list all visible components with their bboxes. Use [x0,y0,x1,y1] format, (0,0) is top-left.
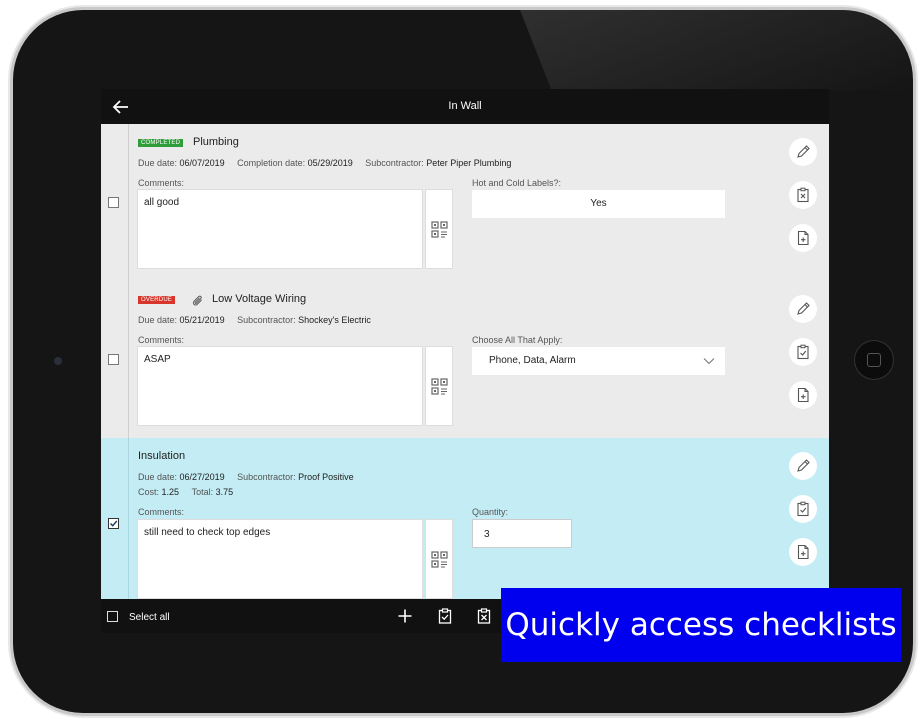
status-badge: OVERDUE [138,296,176,304]
promo-banner: Quickly access checklists [501,588,901,662]
subcontractor-name: Shockey's Electric [298,315,371,325]
row-checkbox[interactable] [108,197,119,208]
item-meta: Due date: 06/27/2019 Subcontractor: Proo… [138,472,354,482]
select-all-checkbox[interactable] [107,611,118,622]
subcontractor-name: Proof Positive [298,472,354,482]
qr-code-icon [431,221,448,238]
add-file-icon [797,230,809,246]
edit-button[interactable] [789,452,817,480]
checklist-item: COMPLETED Plumbing Due date: 06/07/2019 … [101,124,829,282]
edit-button[interactable] [789,295,817,323]
item-title: Insulation [138,450,186,462]
qr-code-icon [431,551,448,568]
checklist-item: OVERDUE Low Voltage Wiring Due date: 05/… [101,281,829,439]
camera-icon [54,357,62,365]
item-title: Plumbing [193,136,239,148]
question-label: Quantity: [472,507,509,517]
question-label: Hot and Cold Labels?: [472,178,562,188]
dropdown-value: Phone, Data, Alarm [489,355,576,366]
due-label: Due date: [138,158,178,168]
qr-code-button[interactable] [425,346,453,426]
select-all-label[interactable]: Select all [129,612,170,623]
pencil-icon [797,459,810,472]
comments-label: Comments: [138,178,185,188]
tablet-gloss [520,10,913,90]
qr-code-icon [431,378,448,395]
total-label: Total: [191,487,214,497]
checklist-item-selected: Insulation Due date: 06/27/2019 Subcontr… [101,438,829,599]
row-checkbox[interactable] [108,354,119,365]
quantity-value: 3 [484,529,490,540]
qr-code-button[interactable] [425,519,453,599]
item-title: Low Voltage Wiring [212,293,307,305]
item-meta: Due date: 05/21/2019 Subcontractor: Shoc… [138,315,371,325]
answer-field[interactable]: Yes [472,190,725,218]
add-file-icon [797,387,809,403]
chevron-down-icon [703,358,715,365]
due-date: 06/07/2019 [179,158,225,168]
comments-field[interactable]: ASAP [137,346,423,426]
item-cost: Cost: 1.25 Total: 3.75 [138,487,233,497]
completion-date: 05/29/2019 [307,158,353,168]
comments-label: Comments: [138,335,185,345]
pencil-icon [797,302,810,315]
qr-code-button[interactable] [425,189,453,269]
banner-text: Quickly access checklists [505,607,897,643]
clipboard-x-icon [797,187,809,203]
answer-value: Yes [590,198,607,209]
quantity-field[interactable]: 3 [472,519,572,548]
app-screen: In Wall COMPLETED Plumbing Due date: 06/… [101,89,829,633]
add-document-button[interactable] [789,381,817,409]
edit-button[interactable] [789,138,817,166]
add-file-icon [797,544,809,560]
comments-field[interactable]: still need to check top edges [137,519,423,599]
comments-label: Comments: [138,507,185,517]
subcontractor-label: Subcontractor: [237,472,296,482]
due-label: Due date: [138,472,178,482]
total-value: 3.75 [215,487,234,497]
cost-label: Cost: [138,487,160,497]
question-label: Choose All That Apply: [472,335,563,345]
subcontractor-name: Peter Piper Plumbing [426,158,512,168]
add-document-button[interactable] [789,538,817,566]
mark-complete-button[interactable] [789,338,817,366]
clipboard-x-icon[interactable] [476,608,492,624]
multi-select-dropdown[interactable]: Phone, Data, Alarm [472,347,725,375]
status-badge: COMPLETED [138,139,184,147]
plus-icon[interactable] [397,608,413,624]
clipboard-check-icon [797,501,809,517]
due-date: 05/21/2019 [179,315,225,325]
subcontractor-label: Subcontractor: [237,315,296,325]
mark-incomplete-button[interactable] [789,181,817,209]
paperclip-icon [192,295,202,306]
clipboard-check-icon[interactable] [437,608,453,624]
subcontractor-label: Subcontractor: [365,158,424,168]
add-document-button[interactable] [789,224,817,252]
due-date: 06/27/2019 [179,472,225,482]
due-label: Due date: [138,315,178,325]
mark-complete-button[interactable] [789,495,817,523]
clipboard-check-icon [797,344,809,360]
checkmark-icon [110,520,118,527]
home-button[interactable] [854,340,894,380]
comments-field[interactable]: all good [137,189,423,269]
completion-label: Completion date: [237,158,306,168]
pencil-icon [797,145,810,158]
item-meta: Due date: 06/07/2019 Completion date: 05… [138,158,511,168]
cost-value: 1.25 [161,487,180,497]
row-checkbox-checked[interactable] [108,518,119,529]
page-title: In Wall [448,100,482,112]
top-bar: In Wall [101,89,829,124]
home-square-icon [867,353,881,367]
